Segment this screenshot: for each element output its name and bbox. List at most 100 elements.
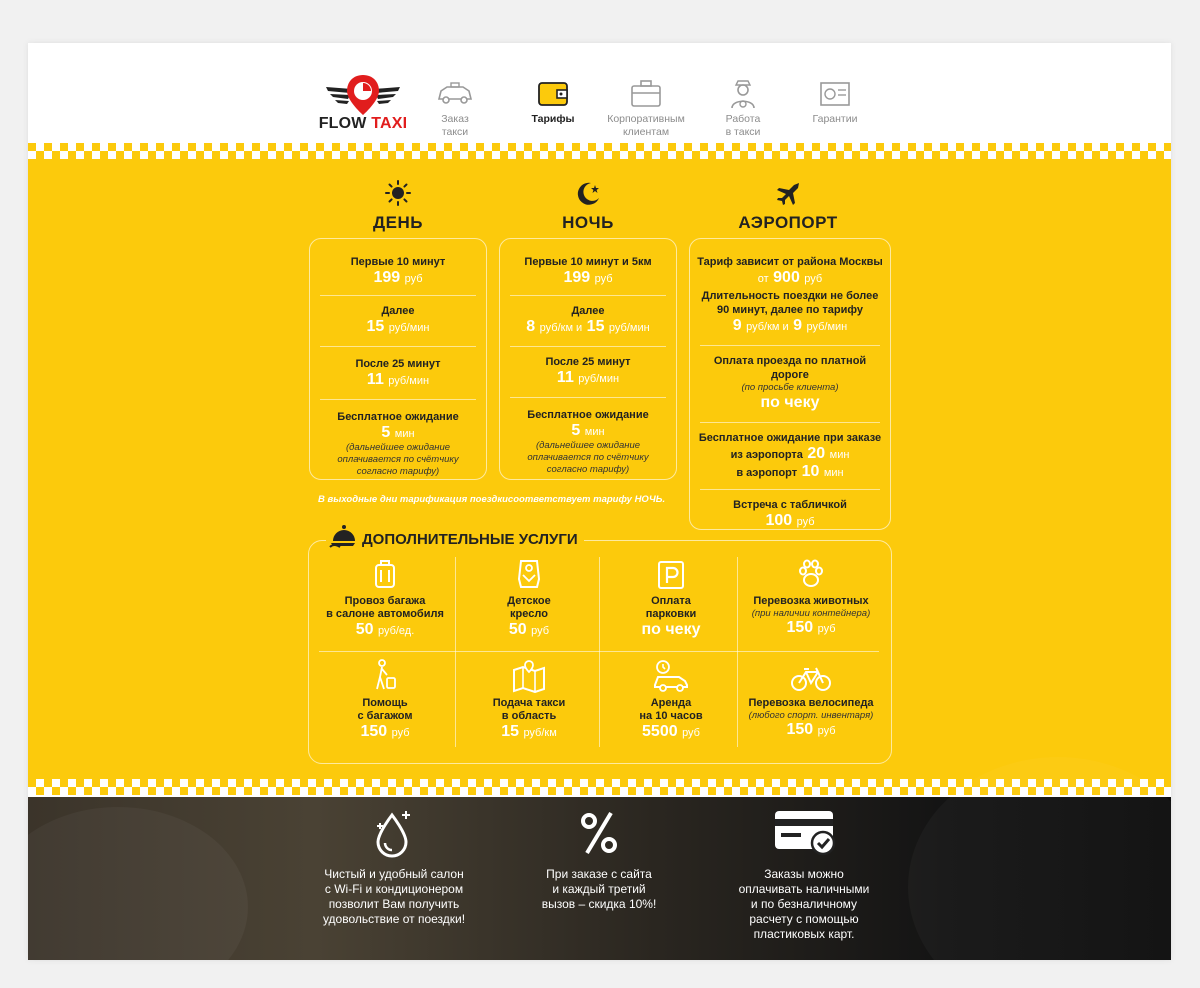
row-label: Первые 10 минут (350, 256, 446, 268)
page: FLOW TAXI Заказ такси Тарифы Корпоративн… (28, 43, 1171, 960)
person-luggage-icon (376, 659, 396, 690)
briefcase-icon (631, 80, 661, 107)
cloche-icon (329, 525, 355, 548)
feature-text: вызов – скидка 10%! (541, 897, 657, 911)
price-unit: мин (394, 428, 415, 440)
suitcase-icon (375, 560, 395, 588)
car-clock-icon (654, 660, 688, 692)
airport-row-toll: Оплата проезда по платной дороге (по про… (690, 346, 890, 412)
child-seat-icon (517, 560, 541, 588)
nav-item-corporate[interactable]: Корпоративным клиентам (596, 77, 696, 139)
airport-row-sign: Встреча с табличкой 100 руб (690, 490, 890, 530)
service-luggage: Провоз багажа в салоне автомобиля 50 руб… (315, 557, 455, 639)
row-label: Встреча с табличкой (733, 499, 847, 511)
map-icon (513, 660, 545, 693)
price-prefix: от (757, 273, 769, 285)
row-label: Бесплатное ожидание (337, 411, 459, 423)
price-value: 20 (807, 445, 826, 462)
day-row-next: Далее 15 руб/мин (310, 296, 486, 336)
feature-clean: Чистый и удобный салон с Wi-Fi и кондици… (294, 807, 494, 927)
nav-item-guarantees[interactable]: Гарантии (785, 77, 885, 126)
service-label: кресло (510, 608, 548, 620)
price-value: 150 (360, 723, 388, 740)
service-label: Подача такси (492, 697, 566, 709)
logo-text: FLOW TAXI (318, 115, 408, 133)
price-value: по чеку (760, 394, 820, 411)
feature-text: удовольствие от поездки! (322, 912, 466, 926)
sun-icon (385, 180, 411, 206)
price-value: 150 (786, 619, 814, 636)
feature-text: с Wi-Fi и кондиционером (324, 882, 464, 896)
price-unit: руб (682, 727, 700, 739)
logo[interactable]: FLOW TAXI (318, 71, 408, 135)
row-label: Далее (381, 305, 415, 317)
nav-label: клиентам (622, 126, 670, 138)
price-unit: руб/км (523, 727, 557, 739)
price-value: 10 (801, 463, 820, 480)
row-note: (дальнейшее ожидание оплачивается по счё… (527, 440, 649, 475)
service-label: Оплата (651, 595, 691, 607)
service-label: Детское (507, 595, 551, 607)
feature-text: и каждый третий (552, 882, 646, 896)
certificate-icon (820, 82, 850, 106)
price-unit: руб (817, 623, 836, 635)
price-unit: руб (531, 625, 550, 637)
row-label: Первые 10 минут и 5км (524, 256, 652, 268)
logo-word-taxi: TAXI (371, 115, 408, 132)
taxi-car-icon (437, 82, 473, 104)
price-value: 5 (381, 424, 391, 441)
night-title: НОЧЬ (562, 213, 614, 232)
feature-text: и по безналичному (750, 897, 858, 911)
nav-item-order-taxi[interactable]: Заказ такси (405, 77, 505, 139)
service-label: Помощь (362, 697, 408, 709)
price-value: 50 (355, 621, 374, 638)
price-unit: руб (391, 727, 410, 739)
service-label: с багажом (357, 710, 413, 722)
service-child-seat: Детское кресло 50 руб (459, 557, 599, 639)
night-row-waiting: Бесплатное ожидание 5 мин (дальнейшее ож… (500, 398, 676, 476)
day-row-after25: После 25 минут 11 руб/мин (310, 347, 486, 389)
airport-title: АЭРОПОРТ (738, 213, 838, 232)
paw-icon (799, 559, 823, 587)
price-unit: мин (823, 467, 844, 479)
night-row-next: Далее 8 руб/км и 15 руб/мин (500, 296, 676, 336)
nav-label: такси (441, 126, 469, 138)
price-value: 11 (556, 369, 574, 386)
nav-item-jobs[interactable]: Работа в такси (693, 77, 793, 139)
water-drop-icon (376, 811, 410, 858)
percent-icon (581, 811, 617, 855)
day-row-waiting: Бесплатное ожидание 5 мин (дальнейшее ож… (310, 400, 486, 478)
nav-label: Тарифы (531, 113, 575, 125)
price-unit: руб/мин (608, 322, 650, 334)
price-unit: руб/ед. (377, 625, 415, 637)
row-note: (дальнейшее ожидание оплачивается по счё… (337, 442, 459, 477)
airport-card: Тариф зависит от района Москвы от 900 ру… (689, 238, 891, 530)
driver-icon (731, 80, 755, 109)
price-value: 5500 (642, 723, 678, 740)
service-label: Провоз багажа (344, 595, 426, 607)
night-card: Первые 10 минут и 5км 199 руб Далее 8 ру… (499, 238, 677, 480)
row-label: из аэропорта (730, 449, 803, 461)
nav-label: Корпоративным (607, 113, 685, 125)
feature-text: оплачивать наличными (738, 882, 870, 896)
row-label: Бесплатное ожидание (527, 409, 649, 421)
day-card: Первые 10 минут 199 руб Далее 15 руб/мин… (309, 238, 487, 480)
price-unit: руб/мин (806, 321, 848, 333)
logo-word-flow: FLOW (318, 115, 367, 132)
price-value: 50 (508, 621, 527, 638)
features-section: Чистый и удобный салон с Wi-Fi и кондици… (28, 797, 1171, 960)
service-label: в область (501, 710, 557, 722)
price-unit: руб (804, 273, 823, 285)
price-value: 15 (586, 318, 605, 335)
nav-label: Гарантии (812, 113, 858, 125)
nav-item-tariffs[interactable]: Тарифы (503, 77, 603, 126)
airport-row-district: Тариф зависит от района Москвы от 900 ру… (690, 239, 890, 335)
price-value: 199 (563, 269, 591, 286)
feature-text: позволит Вам получить (328, 897, 460, 911)
wallet-icon (538, 82, 568, 106)
price-unit: руб (594, 273, 613, 285)
price-value: 199 (373, 269, 401, 286)
feature-payment: Заказы можно оплачивать наличными и по б… (704, 807, 904, 942)
service-note: (любого спорт. инвентаря) (748, 710, 874, 721)
row-note: (по просьбе клиента) (741, 382, 839, 393)
